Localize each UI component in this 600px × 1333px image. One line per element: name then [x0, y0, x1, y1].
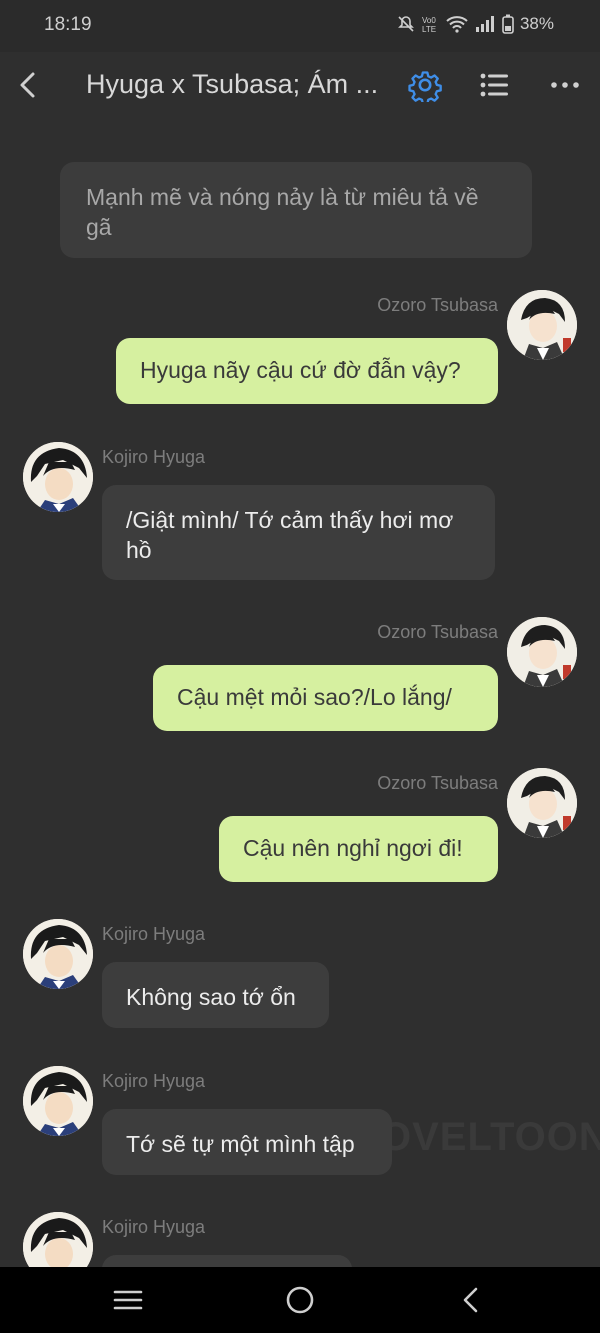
sender-name: Kojiro Hyuga	[102, 924, 206, 944]
message-bubble-outgoing[interactable]: Cậu nên nghỉ ngơi đi!	[219, 816, 498, 882]
avatar-hyuga-icon	[23, 1066, 93, 1136]
home-circle-icon	[286, 1286, 314, 1314]
status-time: 18:19	[44, 14, 92, 35]
status-icons: Vo0 LTE 38%	[396, 14, 554, 34]
narration-box: Mạnh mẽ và nóng nảy là từ miêu tả về gã	[60, 162, 532, 258]
sender-name: Kojiro Hyuga	[102, 447, 206, 467]
back-arrow-icon	[20, 72, 35, 98]
recent-apps-button[interactable]	[111, 1283, 145, 1317]
avatar-hyuga-icon	[23, 919, 93, 989]
back-button[interactable]	[14, 68, 44, 102]
avatar[interactable]	[507, 768, 577, 838]
avatar-tsubasa-icon	[507, 617, 577, 687]
message-bubble-outgoing[interactable]: Hyuga nãy cậu cứ đờ đẫn vậy?	[116, 338, 498, 404]
battery-icon	[502, 14, 514, 34]
header: Hyuga x Tsubasa; Ám ...	[0, 52, 600, 118]
status-bar: 18:19 Vo0 LTE 38%	[0, 0, 600, 52]
avatar-hyuga-icon	[23, 442, 93, 512]
system-nav-bar	[0, 1267, 600, 1333]
episode-list-button[interactable]	[478, 70, 512, 100]
signal-icon	[475, 16, 494, 32]
avatar[interactable]	[23, 919, 93, 989]
message-bubble-incoming[interactable]: /Giật mình/ Tớ cảm thấy hơi mơ hồ	[102, 485, 495, 580]
svg-text:LTE: LTE	[422, 25, 436, 34]
message-bubble-incoming[interactable]: Tớ sẽ tự một mình tập	[102, 1109, 392, 1175]
svg-text:Vo0: Vo0	[422, 16, 436, 25]
nav-back-button[interactable]	[455, 1283, 489, 1317]
watermark: OVELTOON	[380, 1115, 600, 1159]
battery-percent: 38%	[519, 14, 554, 33]
avatar[interactable]	[507, 617, 577, 687]
avatar[interactable]	[23, 442, 93, 512]
sender-name: Ozoro Tsubasa	[377, 773, 498, 793]
mute-icon	[398, 16, 414, 32]
sender-name: Ozoro Tsubasa	[377, 295, 498, 315]
settings-button[interactable]	[408, 68, 442, 105]
wifi-icon	[446, 16, 468, 33]
back-chevron-icon	[463, 1287, 478, 1313]
sender-name: Kojiro Hyuga	[102, 1217, 206, 1237]
gear-icon	[408, 71, 442, 105]
more-options-button[interactable]	[548, 70, 582, 100]
message-bubble-incoming[interactable]: Không sao tớ ổn	[102, 962, 329, 1028]
menu-icon	[113, 1290, 143, 1310]
avatar[interactable]	[507, 290, 577, 360]
sender-name: Kojiro Hyuga	[102, 1071, 206, 1091]
sender-name: Ozoro Tsubasa	[377, 622, 498, 642]
avatar-tsubasa-icon	[507, 768, 577, 838]
page-title: Hyuga x Tsubasa; Ám ...	[86, 69, 379, 99]
list-icon	[480, 73, 508, 97]
message-bubble-outgoing[interactable]: Cậu mệt mỏi sao?/Lo lắng/	[153, 665, 498, 731]
avatar-tsubasa-icon	[507, 290, 577, 360]
more-dots-icon	[551, 82, 579, 88]
home-button[interactable]	[283, 1283, 317, 1317]
volte-icon: Vo0LTE	[422, 16, 436, 34]
avatar[interactable]	[23, 1066, 93, 1136]
